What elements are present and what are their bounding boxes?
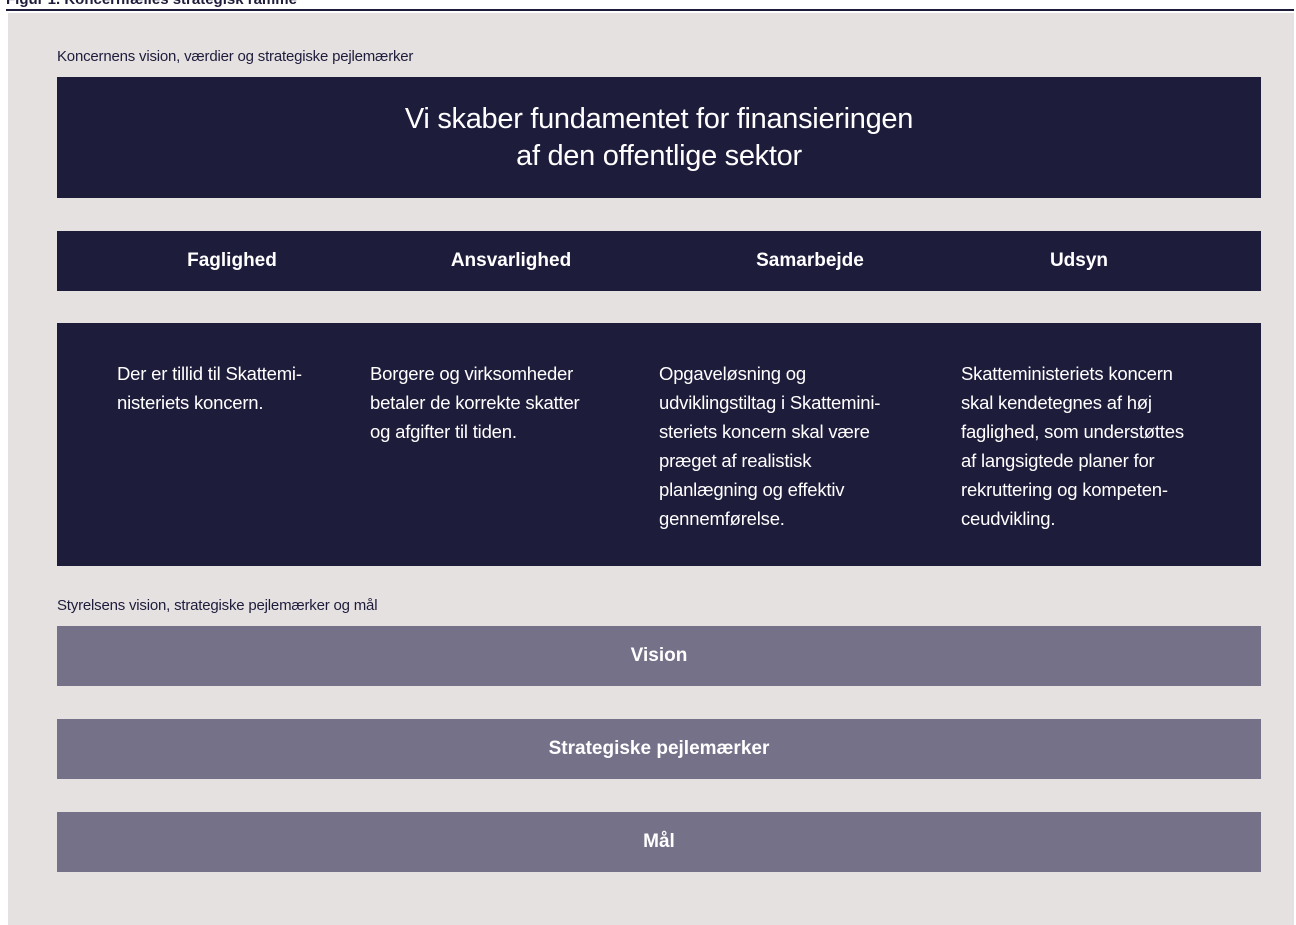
group-section-label: Koncernens vision, værdier og strategisk… [57, 48, 414, 65]
figure-title: Figur 1. Koncernfælles strategisk ramme [6, 0, 1294, 9]
agency-section-label: Styrelsens vision, strategiske pejlemærk… [57, 597, 378, 614]
group-values-box: Faglighed Ansvarlighed Samarbejde Udsyn [57, 231, 1261, 291]
value-udsyn: Udsyn [1049, 250, 1109, 271]
pillar-text-faglighed: Der er tillid til Skattemi- nisteriets k… [117, 363, 302, 413]
pillar-text-udsyn: Skatteministeriets koncern skal kendeteg… [961, 363, 1184, 529]
group-vision-line-2: af den offentlige sektor [516, 139, 802, 172]
group-pillars-box: Der er tillid til Skattemi- nisteriets k… [57, 323, 1261, 566]
pillar-text-ansvarlighed: Borgere og virksomheder betaler de korre… [370, 363, 580, 442]
pillar-text-samarbejde: Opgaveløsning og udviklingstiltag i Skat… [659, 363, 881, 529]
agency-strategic-markers-box: Strategiske pejlemærker [57, 719, 1261, 779]
value-samarbejde: Samarbejde [756, 250, 864, 271]
value-faglighed: Faglighed [187, 250, 277, 271]
group-vision-line-1: Vi skaber fundamentet for finansieringen [404, 102, 914, 135]
agency-goals-box: Mål [57, 812, 1261, 872]
title-rule [6, 9, 1294, 11]
agency-vision-box: Vision [57, 626, 1261, 686]
group-vision-box: Vi skaber fundamentet for finansieringen… [57, 77, 1261, 198]
value-ansvarlighed: Ansvarlighed [450, 250, 572, 271]
